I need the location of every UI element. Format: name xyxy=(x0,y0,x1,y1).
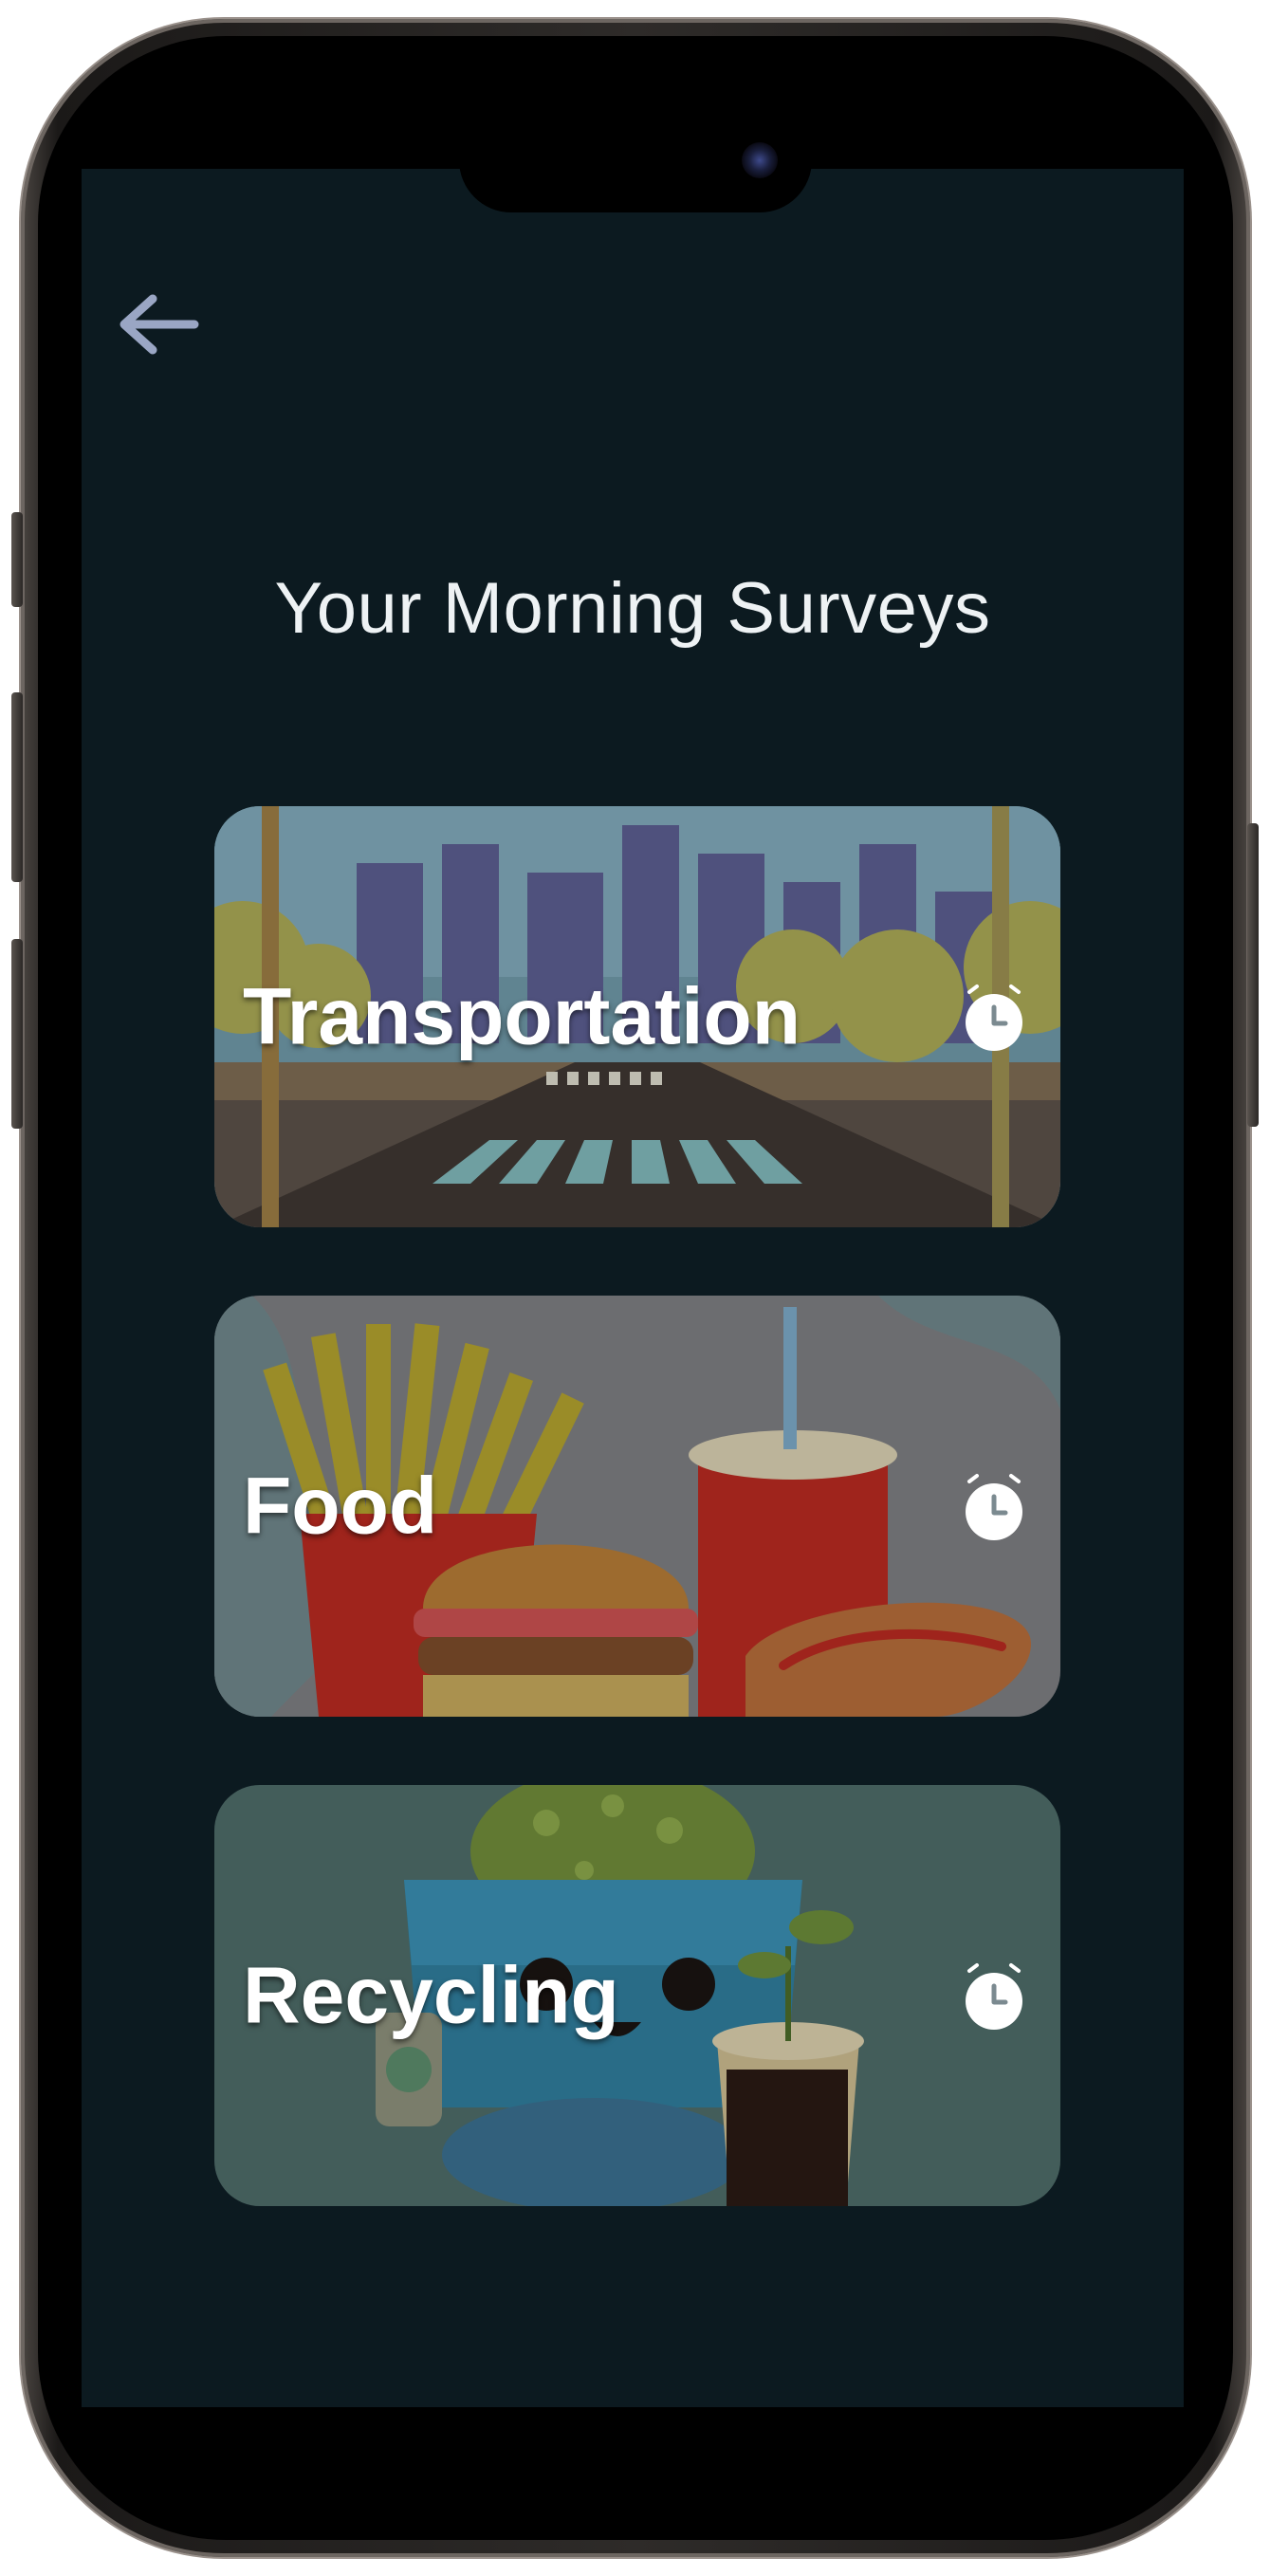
survey-label: Transportation xyxy=(243,971,801,1061)
dynamic-island xyxy=(459,108,812,212)
volume-down-button xyxy=(11,939,23,1129)
action-button xyxy=(11,512,23,607)
back-button[interactable] xyxy=(110,277,205,372)
survey-label: Food xyxy=(243,1461,438,1551)
survey-card-recycling[interactable]: Recycling xyxy=(214,1785,1060,2206)
arrow-left-icon xyxy=(120,294,199,355)
survey-card-transportation[interactable]: Transportation xyxy=(214,806,1060,1227)
app-screen: Your Morning Surveys Transportation Food… xyxy=(82,169,1184,2407)
alarm-clock-icon xyxy=(966,1474,1022,1540)
alarm-clock-icon xyxy=(966,1963,1022,2030)
volume-up-button xyxy=(11,692,23,882)
power-button xyxy=(1247,823,1259,1127)
survey-label: Recycling xyxy=(243,1950,619,2040)
alarm-clock-icon xyxy=(966,984,1022,1051)
survey-card-food[interactable]: Food xyxy=(214,1296,1060,1717)
front-camera xyxy=(742,142,778,178)
page-title: Your Morning Surveys xyxy=(274,568,991,649)
